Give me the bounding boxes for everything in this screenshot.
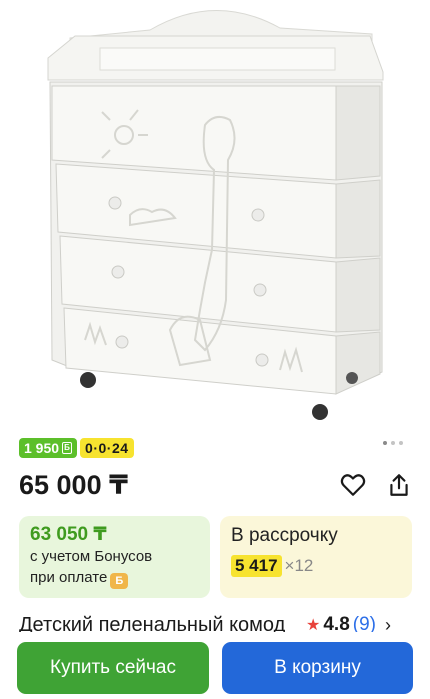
action-bar: Купить сейчас В корзину: [0, 632, 430, 699]
product-title: Детский пеленальный комод: [19, 614, 286, 634]
buy-now-button[interactable]: Купить сейчас: [17, 642, 209, 694]
add-to-cart-button[interactable]: В корзину: [222, 642, 413, 694]
installment-amount: 5 417: [231, 555, 282, 577]
gallery-dot[interactable]: [391, 441, 395, 445]
installment-row: 5 417 ×12: [231, 555, 401, 577]
bonus-coin-icon: Б: [62, 442, 73, 454]
bonus-price-note: с учетом Бонусов: [30, 548, 153, 565]
gallery-dots[interactable]: [383, 441, 403, 445]
bonus-price-note-2: при оплате Б: [30, 567, 199, 589]
bonus-coin-icon: Б: [110, 573, 129, 589]
installment-title: В рассрочку: [231, 525, 338, 546]
promo-badges: 1 950 Б 0·0·24: [19, 438, 134, 458]
bonus-price-note-text: при оплате: [30, 569, 108, 586]
share-icon[interactable]: [386, 472, 412, 498]
installment-months: ×12: [284, 556, 314, 575]
product-price: 65 000 ₸: [19, 470, 128, 500]
gallery-dot[interactable]: [383, 441, 387, 445]
bonus-price-amount: 63 050 ₸: [30, 524, 107, 545]
heart-outline-icon[interactable]: [340, 473, 366, 497]
bonus-badge-value: 1 950: [24, 440, 60, 456]
installment-card[interactable]: В рассрочку 5 417 ×12: [220, 516, 412, 598]
gallery-dot[interactable]: [399, 441, 403, 445]
product-image[interactable]: [0, 0, 430, 428]
bonus-price-card[interactable]: 63 050 ₸ с учетом Бонусов при оплате Б: [19, 516, 210, 598]
bonus-badge: 1 950 Б: [19, 438, 78, 458]
installment-badge: 0·0·24: [80, 438, 134, 458]
